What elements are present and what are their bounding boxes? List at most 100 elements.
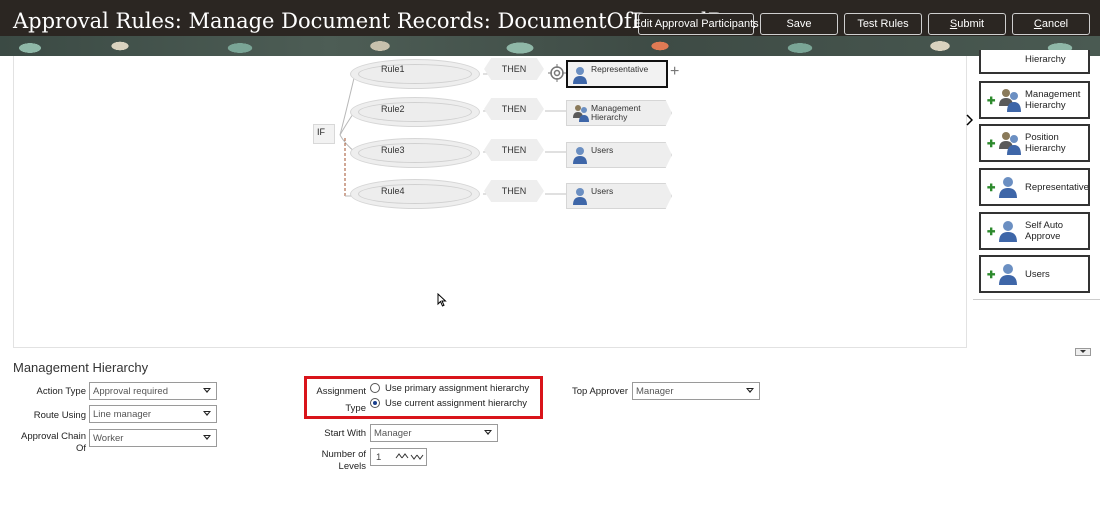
- header-decorative-banner: [0, 36, 1100, 56]
- add-icon: ✚: [987, 139, 996, 150]
- primary-assignment-label: Use primary assignment hierarchy: [385, 383, 530, 394]
- primary-assignment-radio[interactable]: [370, 383, 380, 393]
- rule2-label: Rule2: [381, 104, 405, 114]
- palette-item-position-hierarchy[interactable]: ✚ Position Hierarchy: [979, 124, 1090, 162]
- add-participant-button[interactable]: +: [670, 63, 679, 81]
- rule-node-inner: [358, 102, 472, 122]
- approval-chain-of-label: Approval Chain Of: [10, 431, 86, 455]
- user-icon: [573, 146, 587, 167]
- decrement-icon[interactable]: [410, 452, 424, 465]
- rule1-label: Rule1: [381, 64, 405, 74]
- palette-item-label: Users: [1025, 268, 1050, 280]
- submit-accesskey: S: [949, 18, 958, 30]
- route-using-select[interactable]: Line manager: [89, 405, 217, 423]
- rule-node-inner: [358, 184, 472, 204]
- rule3-participant-label: Users: [591, 145, 614, 155]
- palette-item-representative[interactable]: ✚ Representative: [979, 168, 1090, 206]
- user-icon: [999, 220, 1017, 245]
- rule3-participant-node[interactable]: Users: [566, 142, 672, 168]
- submit-button[interactable]: Submit: [928, 13, 1006, 35]
- chevron-down-icon: [203, 388, 211, 393]
- assignment-type-label-line2: Type: [345, 403, 366, 414]
- add-icon: ✚: [987, 270, 996, 281]
- then-node[interactable]: THEN: [484, 98, 544, 120]
- rule-node-inner: [358, 64, 472, 84]
- palette-item-self-auto-approve[interactable]: ✚ Self Auto Approve: [979, 212, 1090, 250]
- increment-icon[interactable]: [395, 451, 409, 464]
- page: Approval Rules: Manage Document Records:…: [0, 0, 1100, 532]
- action-type-select[interactable]: Approval required: [89, 382, 217, 400]
- approval-chain-of-label-line2: Of: [75, 443, 86, 454]
- rules-connectors: [339, 73, 566, 197]
- palette-item-management-hierarchy[interactable]: ✚ Management Hierarchy: [979, 81, 1090, 119]
- rule-node-inner: [358, 143, 472, 163]
- rule4-node[interactable]: Rule4: [350, 179, 480, 209]
- action-type-label: Action Type: [36, 386, 86, 397]
- rule2-participant-node[interactable]: Management Hierarchy: [566, 100, 672, 126]
- save-button[interactable]: Save: [760, 13, 838, 35]
- palette-item-label: Self Auto Approve: [1025, 220, 1064, 242]
- user-icon: [573, 66, 587, 87]
- user-icon: [573, 187, 587, 208]
- collapse-toggle[interactable]: [1075, 348, 1091, 356]
- submit-label: ubmit: [957, 18, 985, 30]
- assignment-type-label-line1: Assignment: [316, 386, 366, 397]
- rule1-node[interactable]: Rule1: [350, 59, 480, 89]
- rule3-node[interactable]: Rule3: [350, 138, 480, 168]
- add-icon: ✚: [987, 183, 996, 194]
- current-assignment-label: Use current assignment hierarchy: [385, 398, 528, 409]
- target-settings-icon[interactable]: [548, 64, 566, 82]
- rule4-label: Rule4: [381, 186, 405, 196]
- management-hierarchy-icon: [573, 104, 589, 125]
- assignment-type-label: Assignment Type: [300, 386, 366, 415]
- palette-item-label: Representative: [1025, 181, 1089, 193]
- current-assignment-radio[interactable]: [370, 398, 380, 408]
- cancel-label: ancel: [1041, 18, 1069, 30]
- rule1-participant-node[interactable]: Representative: [566, 60, 668, 88]
- top-approver-label: Top Approver: [572, 386, 628, 397]
- expand-panel-icon[interactable]: [966, 114, 974, 126]
- mouse-cursor-icon: [437, 292, 447, 310]
- top-approver-select[interactable]: Manager: [632, 382, 760, 400]
- then-node[interactable]: THEN: [484, 139, 544, 161]
- chevron-down-icon: [484, 430, 492, 435]
- rule4-participant-label: Users: [591, 186, 614, 196]
- section-title: Management Hierarchy: [13, 360, 149, 375]
- then-node[interactable]: THEN: [484, 180, 544, 202]
- chevron-down-icon: [746, 388, 754, 393]
- chevron-down-icon: [203, 435, 211, 440]
- number-of-levels-spinner[interactable]: 1: [370, 448, 427, 466]
- test-rules-button[interactable]: Test Rules: [844, 13, 922, 35]
- chevron-down-icon: [203, 411, 211, 416]
- start-with-label: Start With: [324, 428, 366, 439]
- approval-chain-of-select[interactable]: Worker: [89, 429, 217, 447]
- user-icon: [999, 176, 1017, 201]
- rule4-participant-node[interactable]: Users: [566, 183, 672, 209]
- approval-chain-of-value: Worker: [93, 432, 124, 444]
- palette-divider: [973, 299, 1100, 300]
- participant-palette: Hierarchy ✚ Management Hierarchy ✚ Posit…: [973, 50, 1100, 300]
- approval-chain-of-label-line1: Approval Chain: [21, 431, 86, 442]
- rule1-participant-label: Representative: [591, 64, 649, 74]
- cancel-accesskey: C: [1033, 18, 1042, 30]
- rule2-node[interactable]: Rule2: [350, 97, 480, 127]
- top-approver-value: Manager: [636, 385, 674, 397]
- start-with-select[interactable]: Manager: [370, 424, 498, 442]
- palette-item-label: Hierarchy: [1025, 53, 1066, 65]
- user-icon: [999, 263, 1017, 288]
- cancel-button[interactable]: Cancel: [1012, 13, 1090, 35]
- palette-item-label: Position Hierarchy: [1025, 132, 1066, 154]
- management-hierarchy-icon: [999, 88, 1021, 115]
- edit-approval-participants-button[interactable]: Edit Approval Participants: [633, 13, 759, 35]
- palette-item-users[interactable]: ✚ Users: [979, 255, 1090, 293]
- then-node[interactable]: THEN: [484, 58, 544, 80]
- route-using-label: Route Using: [33, 410, 86, 421]
- page-header: Approval Rules: Manage Document Records:…: [0, 0, 1100, 56]
- route-using-value: Line manager: [93, 408, 152, 420]
- if-node[interactable]: IF: [313, 124, 335, 144]
- rule3-label: Rule3: [381, 145, 405, 155]
- add-icon: ✚: [987, 227, 996, 238]
- palette-item-hierarchy[interactable]: Hierarchy: [979, 50, 1090, 74]
- number-of-levels-label-line2: Levels: [338, 461, 366, 472]
- position-hierarchy-icon: [999, 131, 1021, 158]
